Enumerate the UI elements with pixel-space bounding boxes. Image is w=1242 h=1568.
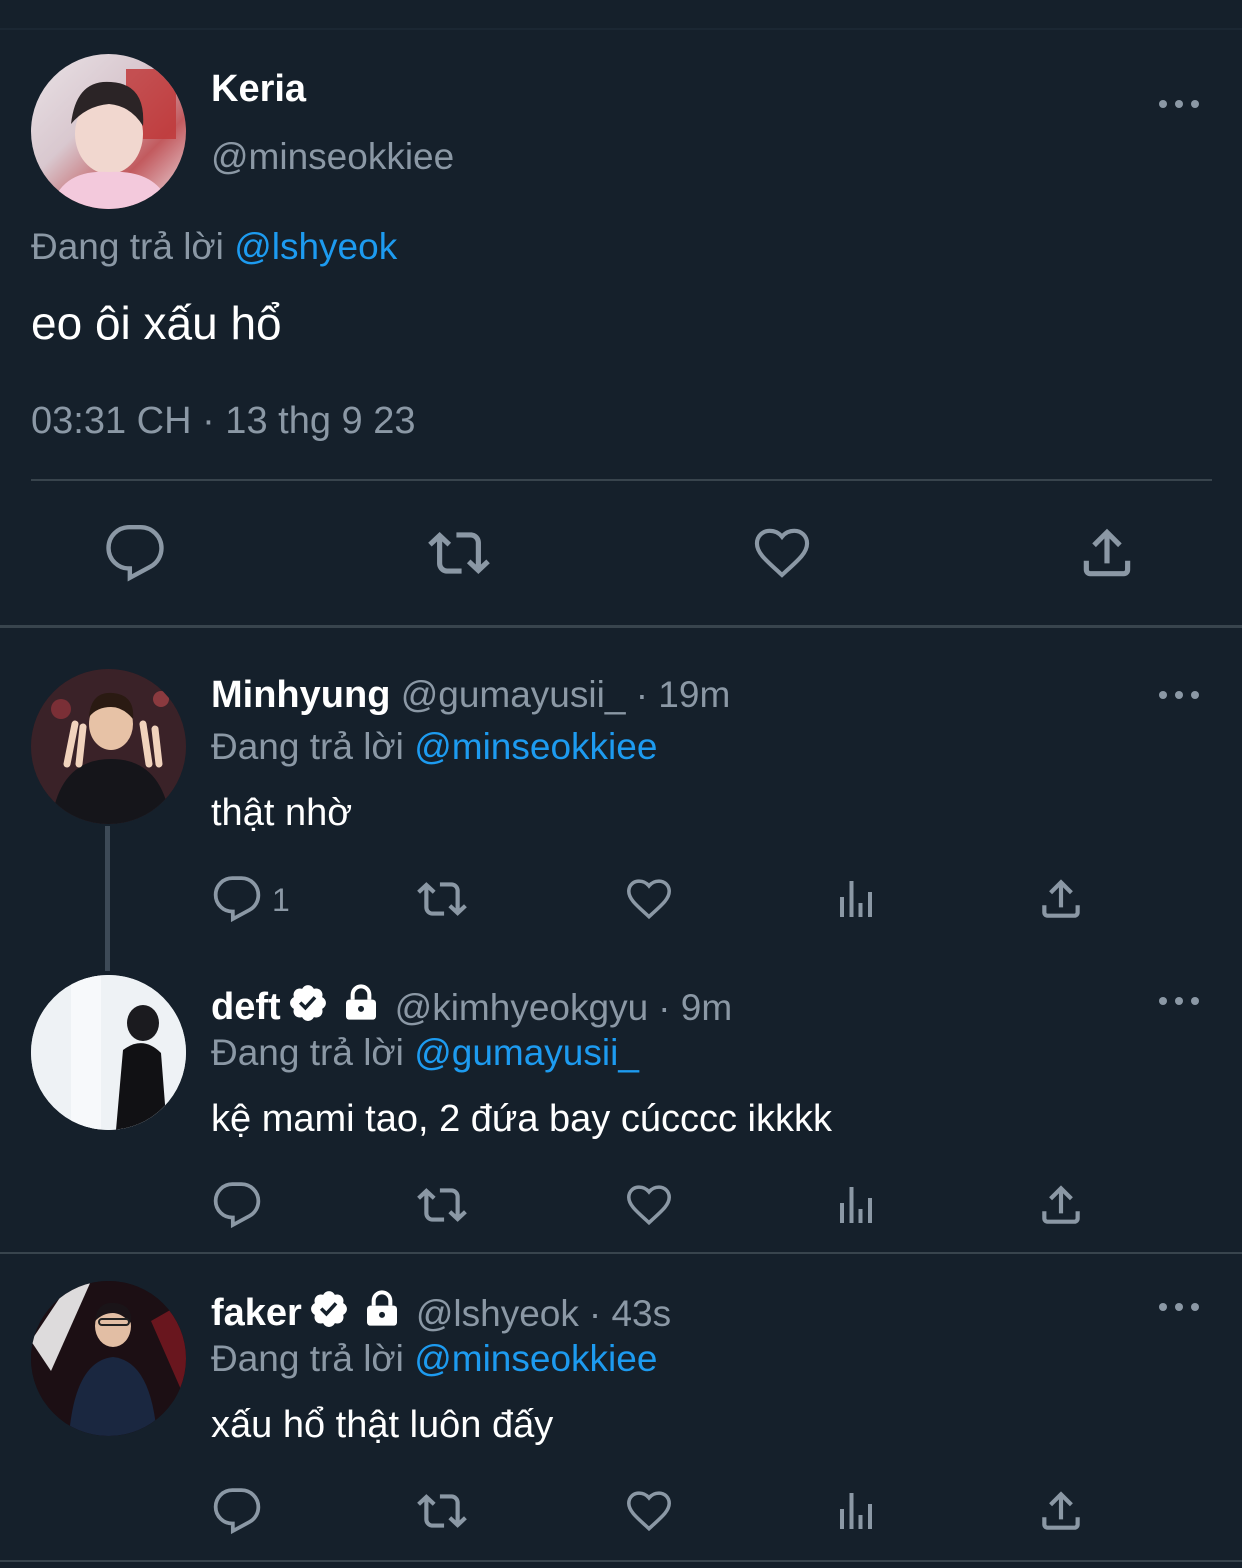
replying-to: Đang trả lời @lshyeok <box>31 226 397 268</box>
top-divider <box>0 28 1242 30</box>
reply-header: faker @lshyeok · 43s <box>211 1288 671 1339</box>
thread-line <box>105 826 110 971</box>
more-options-icon[interactable] <box>1159 1301 1199 1313</box>
analytics-icon[interactable] <box>832 874 880 924</box>
divider <box>31 479 1212 481</box>
section-divider <box>0 1560 1242 1562</box>
reply-icon[interactable] <box>104 522 166 584</box>
reply-count: 1 <box>272 882 290 918</box>
tweet-time[interactable]: · 9m <box>658 987 732 1029</box>
share-icon[interactable] <box>1036 1486 1086 1536</box>
share-icon[interactable] <box>1036 874 1086 924</box>
author-name[interactable]: Minhyung <box>211 674 390 716</box>
avatar[interactable] <box>31 669 186 824</box>
retweet-icon[interactable] <box>415 1486 469 1536</box>
author-name[interactable]: deft <box>211 986 281 1029</box>
replying-to-label: Đang trả lời <box>211 1338 404 1379</box>
avatar[interactable] <box>31 1281 186 1436</box>
lock-icon <box>362 1288 402 1339</box>
section-divider <box>0 625 1242 628</box>
like-icon[interactable] <box>751 522 813 584</box>
replying-to-link[interactable]: @minseokkiee <box>414 726 657 767</box>
verified-badge-icon <box>308 1288 350 1339</box>
more-options-icon[interactable] <box>1159 689 1199 701</box>
tweet-text: xấu hổ thật luôn đấy <box>211 1404 554 1446</box>
tweet-text: eo ôi xấu hổ <box>31 297 282 349</box>
reply-icon[interactable] <box>212 874 262 924</box>
author-handle[interactable]: @kimhyeokgyu <box>395 987 649 1029</box>
retweet-icon[interactable] <box>415 1180 469 1230</box>
tweet-time[interactable]: · 43s <box>589 1293 671 1335</box>
replying-to-label: Đang trả lời <box>211 726 404 767</box>
replying-to-link[interactable]: @gumayusii_ <box>414 1032 639 1073</box>
share-icon[interactable] <box>1076 522 1138 584</box>
reply-header: deft @kimhyeokgyu · 9m <box>211 982 732 1033</box>
like-icon[interactable] <box>624 1180 674 1230</box>
author-name[interactable]: faker <box>211 1292 302 1335</box>
verified-badge-icon <box>287 982 329 1033</box>
replying-to-label: Đang trả lời <box>31 226 224 267</box>
retweet-icon[interactable] <box>415 874 469 924</box>
like-icon[interactable] <box>624 874 674 924</box>
share-icon[interactable] <box>1036 1180 1086 1230</box>
replying-to-label: Đang trả lời <box>211 1032 404 1073</box>
avatar[interactable] <box>31 54 186 209</box>
author-handle[interactable]: @gumayusii_ <box>401 674 626 715</box>
reply-icon[interactable] <box>212 1486 262 1536</box>
tweet-text: thật nhờ <box>211 792 353 834</box>
more-options-icon[interactable] <box>1159 98 1199 110</box>
author-handle[interactable]: @minseokkiee <box>211 136 454 178</box>
analytics-icon[interactable] <box>832 1180 880 1230</box>
reply-icon[interactable] <box>212 1180 262 1230</box>
reply-header: Minhyung @gumayusii_ · 19m <box>211 674 730 717</box>
author-handle[interactable]: @lshyeok <box>416 1293 579 1335</box>
avatar[interactable] <box>31 975 186 1130</box>
author-name[interactable]: Keria <box>211 68 306 111</box>
like-icon[interactable] <box>624 1486 674 1536</box>
tweet-text: kệ mami tao, 2 đứa bay cúcccc ikkkk <box>211 1098 832 1140</box>
retweet-icon[interactable] <box>426 522 492 584</box>
more-options-icon[interactable] <box>1159 995 1199 1007</box>
analytics-icon[interactable] <box>832 1486 880 1536</box>
tweet-time[interactable]: · 19m <box>636 674 731 715</box>
section-divider <box>0 1252 1242 1254</box>
replying-to: Đang trả lời @minseokkiee <box>211 726 657 768</box>
replying-to: Đang trả lời @minseokkiee <box>211 1338 657 1380</box>
replying-to-link[interactable]: @lshyeok <box>234 226 397 267</box>
tweet-timestamp[interactable]: 03:31 CH · 13 thg 9 23 <box>31 400 415 443</box>
replying-to: Đang trả lời @gumayusii_ <box>211 1032 639 1074</box>
replying-to-link[interactable]: @minseokkiee <box>414 1338 657 1379</box>
lock-icon <box>341 982 381 1033</box>
